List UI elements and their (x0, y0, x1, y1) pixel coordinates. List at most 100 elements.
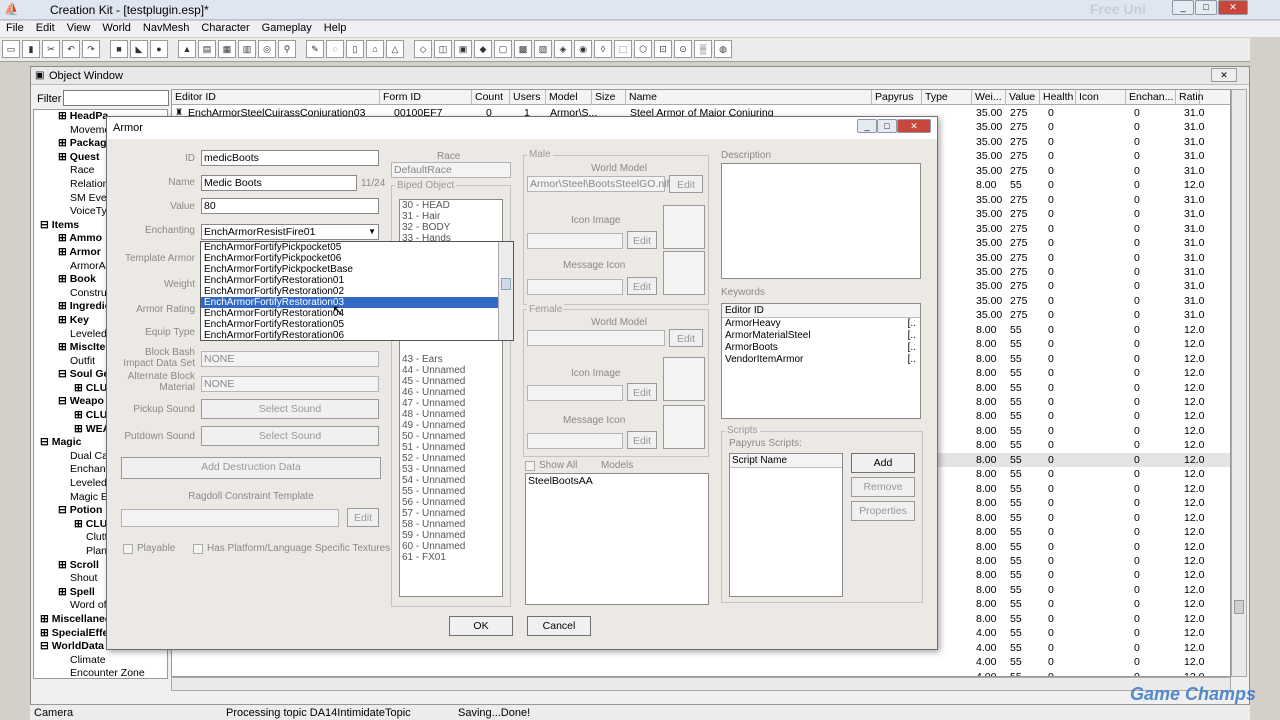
column-header[interactable]: Papyrus (872, 90, 922, 105)
biped-slot-item[interactable]: 55 - Unnamed (400, 486, 502, 497)
column-header[interactable]: Editor ID (172, 90, 380, 105)
race-dropdown[interactable]: DefaultRace (391, 162, 511, 178)
tree-node[interactable]: Climate (34, 654, 167, 668)
female-world-model-field[interactable] (527, 330, 665, 346)
playable-checkbox[interactable] (123, 544, 133, 554)
menu-item[interactable]: Help (318, 21, 353, 35)
toolbar-button-icon[interactable]: ▨ (534, 40, 552, 58)
toolbar-button-icon[interactable]: ◎ (258, 40, 276, 58)
biped-slot-item[interactable]: 60 - Unnamed (400, 541, 502, 552)
toolbar-button-icon[interactable]: ✎ (306, 40, 324, 58)
ragdoll-field[interactable] (121, 509, 339, 527)
scripts-list[interactable]: Script Name (729, 453, 843, 597)
male-message-icon-field[interactable] (527, 279, 623, 295)
id-field[interactable]: medicBoots (201, 150, 379, 166)
menu-item[interactable]: View (61, 21, 97, 35)
toolbar-button-icon[interactable]: ▤ (198, 40, 216, 58)
dialog-maximize-button[interactable]: □ (877, 119, 897, 133)
biped-slot-item[interactable]: 32 - BODY (400, 222, 502, 233)
biped-slot-item[interactable]: 48 - Unnamed (400, 409, 502, 420)
column-header[interactable]: Type (922, 90, 972, 105)
menu-item[interactable]: Gameplay (256, 21, 318, 35)
toolbar-button-icon[interactable]: ▥ (238, 40, 256, 58)
menu-item[interactable]: NavMesh (137, 21, 195, 35)
column-header[interactable]: Users (510, 90, 546, 105)
male-world-model-field[interactable]: Armor\Steel\BootsSteelGO.nif (527, 176, 669, 192)
toolbar-button-icon[interactable]: ▭ (2, 40, 20, 58)
filter-input[interactable] (63, 90, 169, 106)
menu-item[interactable]: Character (195, 21, 255, 35)
toolbar-button-icon[interactable]: ▮ (22, 40, 40, 58)
keyword-item[interactable]: ArmorBoots [.. (722, 342, 920, 354)
enchanting-option[interactable]: EnchArmorFortifyRestoration04 (201, 308, 513, 319)
biped-slot-item[interactable]: 49 - Unnamed (400, 420, 502, 431)
biped-slot-item[interactable]: 54 - Unnamed (400, 475, 502, 486)
biped-slot-item[interactable]: 50 - Unnamed (400, 431, 502, 442)
toolbar-button-icon[interactable]: ▣ (454, 40, 472, 58)
pickup-sound-button[interactable]: Select Sound (201, 399, 379, 419)
biped-slot-item[interactable]: 46 - Unnamed (400, 387, 502, 398)
object-list-vertical-scrollbar[interactable] (1231, 89, 1247, 677)
male-world-model-edit-button[interactable]: Edit (669, 175, 703, 193)
biped-slot-item[interactable]: 30 - HEAD (400, 200, 502, 211)
column-header[interactable]: Health (1040, 90, 1076, 105)
toolbar-button-icon[interactable]: ▯ (346, 40, 364, 58)
ragdoll-edit-button[interactable]: Edit (347, 508, 379, 527)
putdown-sound-button[interactable]: Select Sound (201, 426, 379, 446)
keyword-item[interactable]: ArmorMaterialSteel [.. (722, 330, 920, 342)
model-entry[interactable]: SteelBootsAA (526, 474, 708, 488)
block-bash-dropdown[interactable]: NONE (201, 351, 379, 367)
dialog-minimize-button[interactable]: _ (857, 119, 877, 133)
toolbar-button-icon[interactable]: ◉ (574, 40, 592, 58)
toolbar-button-icon[interactable]: ⌂ (366, 40, 384, 58)
biped-slot-item[interactable]: 51 - Unnamed (400, 442, 502, 453)
enchanting-option[interactable]: EnchArmorFortifyPickpocketBase (201, 264, 513, 275)
toolbar-button-icon[interactable]: ↷ (82, 40, 100, 58)
name-field[interactable]: Medic Boots (201, 175, 357, 191)
maximize-button[interactable]: □ (1195, 0, 1217, 15)
enchanting-option[interactable]: EnchArmorFortifyPickpocket06 (201, 253, 513, 264)
menu-item[interactable]: File (0, 21, 30, 35)
enchanting-dropdown[interactable]: EnchArmorResistFire01 ▼ (201, 224, 379, 240)
enchanting-option[interactable]: EnchArmorFortifyRestoration01 (201, 275, 513, 286)
biped-slot-item[interactable]: 45 - Unnamed (400, 376, 502, 387)
toolbar-button-icon[interactable]: ◫ (434, 40, 452, 58)
female-icon-image-field[interactable] (527, 385, 623, 401)
column-header[interactable]: Form ID (380, 90, 472, 105)
toolbar-button-icon[interactable]: ⊙ (674, 40, 692, 58)
toolbar-button-icon[interactable]: ⊡ (654, 40, 672, 58)
remove-script-button[interactable]: Remove (851, 477, 915, 497)
male-icon-edit-button[interactable]: Edit (627, 231, 657, 249)
column-header[interactable]: Enchan... (1126, 90, 1176, 105)
column-header[interactable]: Size (592, 90, 626, 105)
female-world-model-edit-button[interactable]: Edit (669, 329, 703, 347)
platform-textures-checkbox[interactable] (193, 544, 203, 554)
enchanting-option[interactable]: EnchArmorFortifyRestoration02 (201, 286, 513, 297)
menu-item[interactable]: World (96, 21, 137, 35)
table-row[interactable]: 4.00 55 0 0 12.0 (172, 655, 1230, 670)
enchanting-option[interactable]: EnchArmorFortifyPickpocket05 (201, 242, 513, 253)
column-header[interactable]: Ratin (1176, 90, 1204, 105)
female-message-icon-edit-button[interactable]: Edit (627, 431, 657, 449)
column-header[interactable]: Wei... (972, 90, 1006, 105)
toolbar-button-icon[interactable]: ⬚ (614, 40, 632, 58)
models-list[interactable]: SteelBootsAA (525, 473, 709, 605)
toolbar-button-icon[interactable]: ● (150, 40, 168, 58)
cancel-button[interactable]: Cancel (527, 616, 591, 636)
object-list-horizontal-scrollbar[interactable] (171, 677, 1231, 691)
value-field[interactable]: 80 (201, 198, 379, 214)
keyword-item[interactable]: ArmorHeavy [.. (722, 318, 920, 330)
biped-slot-item[interactable]: 61 - FX01 (400, 552, 502, 563)
enchanting-option[interactable]: EnchArmorFortifyRestoration05 (201, 319, 513, 330)
biped-slot-item[interactable]: 52 - Unnamed (400, 453, 502, 464)
tree-node[interactable]: Encounter Zone (34, 667, 167, 678)
toolbar-button-icon[interactable]: ▩ (514, 40, 532, 58)
script-properties-button[interactable]: Properties (851, 501, 915, 521)
keyword-item[interactable]: VendorItemArmor [.. (722, 354, 920, 366)
toolbar-button-icon[interactable]: ▦ (218, 40, 236, 58)
add-destruction-data-button[interactable]: Add Destruction Data (121, 457, 381, 479)
female-icon-edit-button[interactable]: Edit (627, 383, 657, 401)
minimize-button[interactable]: _ (1172, 0, 1194, 15)
toolbar-button-icon[interactable]: ▒ (694, 40, 712, 58)
description-field[interactable] (721, 163, 921, 279)
